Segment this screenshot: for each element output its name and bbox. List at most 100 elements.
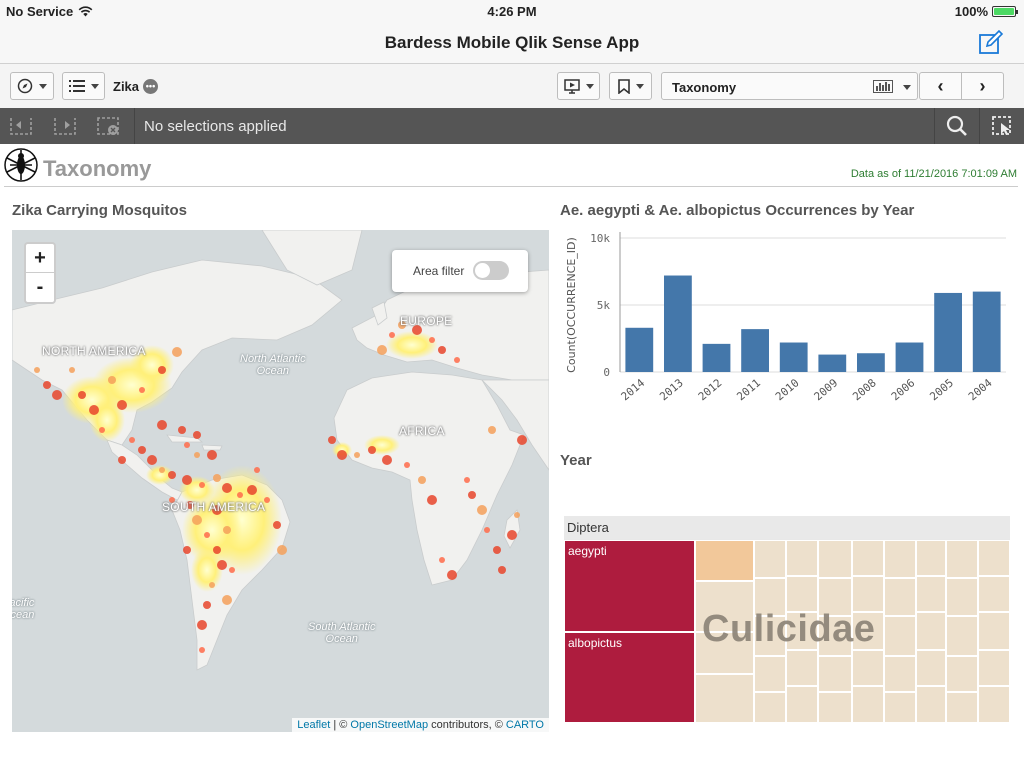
bar-2005[interactable] [934,292,962,372]
map-label-europe: EUROPE [400,314,453,328]
treemap-cell[interactable] [946,616,978,656]
treemap-cell[interactable] [754,656,786,692]
y-tick-label: 10k [590,232,610,245]
area-filter-toggle[interactable] [473,261,509,280]
next-sheet-button[interactable]: › [962,73,1003,99]
zoom-out-button[interactable]: - [26,273,54,302]
leaflet-link[interactable]: Leaflet [297,719,330,731]
bar-2010[interactable] [779,342,808,372]
edit-icon[interactable] [978,30,1004,56]
occurrences-bar-chart[interactable]: 0 5k 10k Count(OCCURRENCE_ID) 2014 2013 2012 20… [558,226,1020,426]
treemap-cell[interactable] [946,540,978,578]
treemap-cell[interactable] [818,656,852,692]
treemap-cell[interactable] [978,650,1010,686]
more-icon[interactable]: ••• [143,79,159,94]
treemap-cell[interactable] [818,692,852,723]
treemap-cell[interactable] [884,692,916,723]
treemap-cell[interactable] [786,540,818,576]
bar-2012[interactable] [702,343,731,372]
x-tick-label: 2006 [889,376,918,403]
navigation-bar: Bardess Mobile Qlik Sense App [0,22,1024,64]
bar-2006[interactable] [895,342,924,372]
selections-bar: No selections applied [0,108,1024,144]
treemap-cell[interactable] [754,540,786,578]
treemap-cell[interactable] [754,692,786,723]
treemap-cell[interactable] [695,674,754,723]
bar-2009[interactable] [818,354,847,372]
map-canvas[interactable] [12,230,549,732]
y-tick-label: 5k [597,299,611,312]
treemap-root-header[interactable]: Diptera [564,516,1010,539]
treemap-cell[interactable] [852,576,884,612]
treemap-cell[interactable] [852,650,884,686]
chevron-down-icon [90,83,99,89]
treemap-cell-label: aegypti [568,544,607,558]
osm-link[interactable]: OpenStreetMap [350,719,428,731]
selection-tool-button[interactable] [979,108,1023,144]
mosquito-map[interactable]: NORTH AMERICA EUROPE AFRICA SOUTH AMERIC… [12,230,549,732]
treemap-cell[interactable] [916,540,946,576]
treemap-cell[interactable] [786,686,818,723]
bar-chart-canvas[interactable]: 0 5k 10k Count(OCCURRENCE_ID) 2014 2013 2012 20… [558,226,1020,426]
treemap-cell[interactable] [916,576,946,612]
bar-2008[interactable] [857,353,885,372]
zoom-in-button[interactable]: + [26,244,54,273]
bar-chart-title: Ae. aegypti & Ae. albopictus Occurrences… [560,202,915,219]
sheet-selector-label: Taxonomy [672,80,737,95]
bar-2014[interactable] [625,327,654,372]
treemap-cell[interactable] [884,540,916,578]
treemap-cell-highlighted[interactable] [695,540,754,581]
bar-2004[interactable] [972,291,1001,372]
compass-icon [17,78,33,94]
carto-link[interactable]: CARTO [506,719,544,731]
x-tick-label: 2014 [619,376,648,403]
clear-selections-icon[interactable] [96,116,120,136]
navigation-menu-button[interactable] [10,72,54,100]
bar-2013[interactable] [664,275,692,372]
treemap-cell[interactable] [884,616,916,656]
treemap-cell[interactable] [978,540,1010,576]
treemap-cell[interactable] [852,686,884,723]
treemap-cell-aegypti[interactable]: aegypti [564,540,695,632]
treemap-cell[interactable] [884,578,916,616]
sheets-list-button[interactable] [62,72,105,100]
step-forward-icon[interactable] [53,116,77,136]
x-tick-label: 2011 [734,376,763,403]
treemap-cell[interactable] [786,650,818,686]
treemap-cell[interactable] [852,540,884,576]
treemap-cell[interactable] [916,686,946,723]
previous-sheet-button[interactable]: ‹ [920,73,962,99]
treemap-cell[interactable] [818,540,852,578]
app-name[interactable]: Zika ••• [113,79,159,94]
search-button[interactable] [934,108,978,144]
bar-2011[interactable] [741,329,769,372]
treemap-cell[interactable] [884,656,916,692]
x-tick-label: 2005 [927,376,956,403]
treemap-cell[interactable] [946,578,978,616]
presentation-icon [563,78,580,94]
bookmarks-button[interactable] [609,72,652,100]
treemap-cell[interactable] [946,656,978,692]
chevron-down-icon [39,83,47,89]
status-bar: No Service 4:26 PM 100% [0,0,1024,22]
app-name-label: Zika [113,79,140,94]
treemap-cell[interactable] [946,692,978,723]
sheet-selector[interactable]: Taxonomy [661,72,918,100]
chart-type-icon [873,80,893,93]
x-tick-label: 2004 [966,376,995,403]
story-button[interactable] [557,72,600,100]
treemap-cell[interactable] [978,686,1010,723]
x-tick-label: 2013 [657,376,686,403]
search-icon [946,115,967,136]
map-label-africa: AFRICA [399,424,445,438]
treemap-cell[interactable] [786,576,818,612]
treemap-cell[interactable] [978,612,1010,650]
treemap-cell[interactable] [978,576,1010,612]
treemap-cell-albopictus[interactable]: albopictus [564,632,695,723]
map-title: Zika Carrying Mosquitos [12,202,188,219]
lasso-select-icon [991,116,1011,135]
treemap-cell[interactable] [916,612,946,650]
treemap-cell[interactable] [916,650,946,686]
y-tick-label: 0 [603,366,610,379]
step-back-icon[interactable] [9,116,33,136]
